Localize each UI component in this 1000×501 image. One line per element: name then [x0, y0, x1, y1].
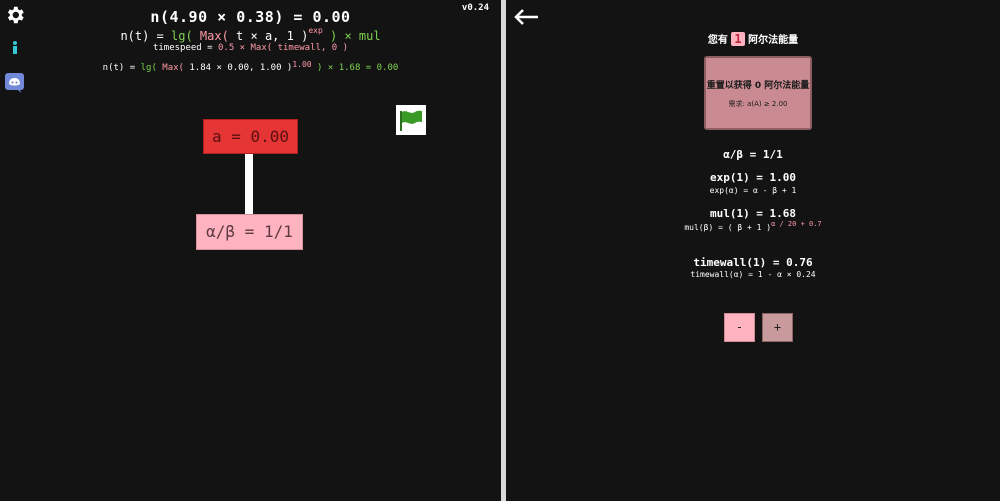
n-evaluated-formula: n(t) = lg( Max( 1.84 × 0.00, 1.00 )1.00 …	[0, 60, 501, 73]
formula-inner: t × a, 1 )	[228, 29, 309, 43]
formula-lg: lg(	[171, 29, 193, 43]
eval-lg: lg(	[140, 63, 157, 73]
alpha-beta-node[interactable]: α/β = 1/1	[196, 214, 303, 250]
alpha-panel: 您有 1 阿尔法能量 重置以获得 0 阿尔法能量 需求: a(A) ≥ 2.00…	[506, 0, 1000, 501]
timespeed-formula: timespeed = 0.5 × Max( timewall, 0 )	[0, 43, 501, 53]
timewall-title: timewall(1) = 0.76	[693, 256, 813, 269]
game-panel: v0.24 n(4.90 × 0.38) = 0.00 n(t) = lg( M…	[0, 0, 501, 501]
alpha-energy-line: 您有 1 阿尔法能量	[506, 31, 1000, 46]
timespeed-expr: 0.5 × Max( timewall, 0 )	[217, 43, 349, 53]
timespeed-prefix: timespeed =	[152, 43, 218, 53]
n-formula: n(t) = lg( Max( t × a, 1 )exp ) × mul	[0, 26, 501, 43]
eval-inner: 1.84 × 0.00, 1.00 )	[183, 63, 293, 73]
n-value-title: n(4.90 × 0.38) = 0.00	[150, 8, 351, 26]
reset-requirement: 需求: a(A) ≥ 2.00	[728, 100, 788, 108]
plus-button[interactable]: +	[762, 313, 793, 342]
have-prefix: 您有	[707, 35, 728, 46]
back-arrow-icon[interactable]	[513, 9, 539, 25]
reset-alpha-button[interactable]: 重置以获得 0 阿尔法能量 需求: a(A) ≥ 2.00	[704, 56, 812, 130]
formula-max: Max(	[192, 29, 229, 43]
tree-connector	[245, 154, 253, 214]
mul-formula: mul(β) = ( β + 1 )α / 20 + 0.7	[506, 220, 1000, 232]
eval-suffix: ) × 1.68 = 0.00	[311, 63, 399, 73]
reset-title: 重置以获得 0 阿尔法能量	[706, 81, 810, 91]
ab-title: α/β = 1/1	[723, 148, 783, 161]
discord-icon[interactable]	[5, 73, 24, 93]
eval-prefix: n(t) =	[102, 63, 141, 73]
flag-icon[interactable]	[396, 105, 426, 135]
formula-suffix: ) × mul	[322, 29, 381, 43]
have-suffix: 阿尔法能量	[748, 35, 799, 46]
a-node[interactable]: a = 0.00	[203, 119, 298, 154]
formula-prefix: n(t) =	[120, 29, 172, 43]
eval-exp: 1.00	[292, 60, 312, 69]
eval-max: Max(	[156, 63, 184, 73]
timewall-formula: timewall(α) = 1 - α × 0.24	[690, 270, 816, 279]
mul-formula-exp: α / 20 + 0.7	[771, 220, 822, 228]
mul-formula-prefix: mul(β) = ( β + 1 )	[684, 223, 772, 232]
minus-button[interactable]: -	[724, 313, 755, 342]
alpha-energy-count: 1	[731, 32, 745, 46]
formula-exp: exp	[308, 26, 323, 35]
exp-title: exp(1) = 1.00	[709, 171, 797, 184]
exp-formula: exp(α) = α - β + 1	[709, 186, 797, 195]
mul-title: mul(1) = 1.68	[709, 207, 797, 220]
